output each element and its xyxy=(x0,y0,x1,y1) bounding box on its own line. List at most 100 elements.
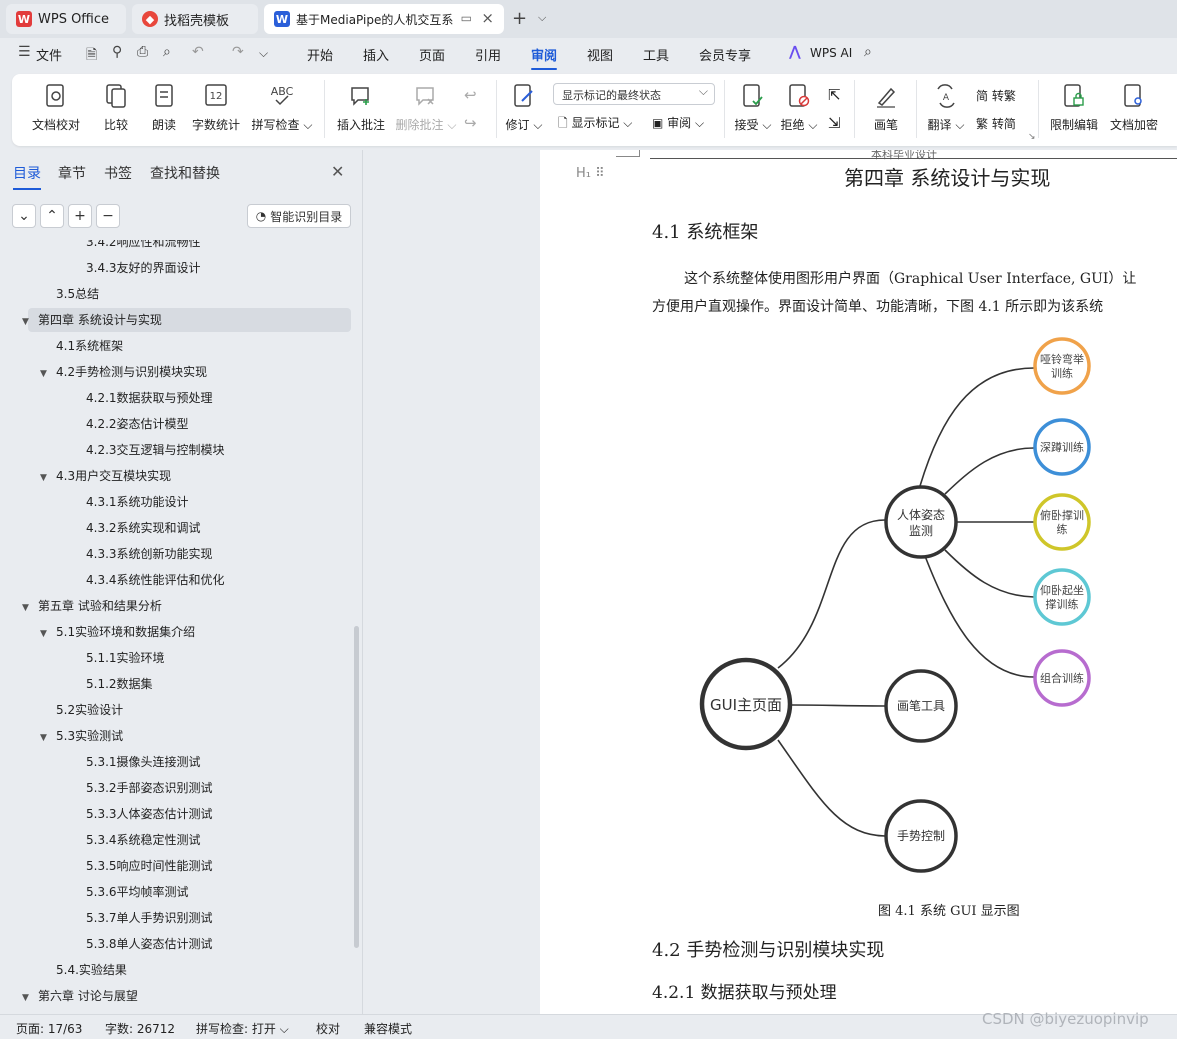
spell-check-status[interactable]: 拼写检查: 打开 ⌵ xyxy=(196,1020,289,1037)
undo-icon[interactable]: ↶ xyxy=(192,44,204,60)
toc-item[interactable]: 3.4.3友好的界面设计 xyxy=(86,256,201,280)
tab-template[interactable]: ◆ 找稻壳模板 xyxy=(132,4,258,34)
add-heading-button[interactable]: + xyxy=(68,204,92,228)
to-traditional-button[interactable]: 简 转繁 xyxy=(976,87,1016,104)
search-icon[interactable]: ⌕ xyxy=(864,44,872,60)
menu-insert[interactable]: 插入 xyxy=(363,45,389,64)
word-count-indicator[interactable]: 字数: 26712 xyxy=(105,1020,175,1037)
accept-button[interactable]: 接受 ⌵ xyxy=(732,80,774,133)
read-aloud-button[interactable]: 朗读 xyxy=(148,80,180,133)
menu-tools[interactable]: 工具 xyxy=(643,45,669,64)
expand-triangle-icon[interactable]: ▼ xyxy=(22,596,38,620)
doc-encrypt-button[interactable]: 文档加密 xyxy=(1108,80,1160,133)
remove-heading-button[interactable]: − xyxy=(96,204,120,228)
menu-page[interactable]: 页面 xyxy=(419,45,445,64)
prev-change-icon[interactable]: ⇱ xyxy=(828,86,841,104)
toc-item[interactable]: 5.3.1摄像头连接测试 xyxy=(86,750,201,774)
tab-document[interactable]: W 基于MediaPipe的人机交互系 ▭ × xyxy=(264,4,504,34)
toc-item[interactable]: 4.2.2姿态估计模型 xyxy=(86,412,189,436)
page-indicator[interactable]: 页面: 17/63 xyxy=(16,1020,82,1037)
menu-file[interactable]: 文件 xyxy=(36,45,62,64)
close-pane-icon[interactable]: ✕ xyxy=(331,162,344,181)
next-change-icon[interactable]: ⇲ xyxy=(828,114,841,132)
toc-item[interactable]: 5.1.2数据集 xyxy=(86,672,153,696)
toc-item[interactable]: 5.1.1实验环境 xyxy=(86,646,165,670)
new-tab-icon[interactable]: + xyxy=(512,8,527,29)
menu-review[interactable]: 审阅 xyxy=(531,45,558,70)
menu-home[interactable]: 开始 xyxy=(307,45,333,64)
show-markup-button[interactable]: 🗋 显示标记 ⌵ xyxy=(558,114,632,135)
toc-item[interactable]: 3.5总结 xyxy=(56,282,99,306)
tab-toc[interactable]: 目录 xyxy=(13,163,41,190)
expand-triangle-icon[interactable]: ▼ xyxy=(22,310,38,334)
word-count-button[interactable]: 12 字数统计 xyxy=(190,80,242,133)
prev-comment-icon[interactable]: ↩ xyxy=(464,86,477,104)
tab-bookmarks[interactable]: 书签 xyxy=(104,163,132,183)
toc-item[interactable]: 5.3.6平均帧率测试 xyxy=(86,880,189,904)
toc-item[interactable]: 5.4.实验结果 xyxy=(56,958,127,982)
screen-icon[interactable]: ▭ xyxy=(461,11,472,25)
markup-state-select[interactable]: 显示标记的最终状态 xyxy=(553,83,715,105)
toc-item[interactable]: 4.3.1系统功能设计 xyxy=(86,490,189,514)
toc-item[interactable]: 4.3.4系统性能评估和优化 xyxy=(86,568,225,592)
next-comment-icon[interactable]: ↪ xyxy=(464,114,477,132)
toc-item[interactable]: ▼ 4.3用户交互模块实现 xyxy=(40,464,171,488)
toc-item[interactable]: 4.2.1数据获取与预处理 xyxy=(86,386,213,410)
toc-item[interactable]: ▼ 第六章 讨论与展望 xyxy=(22,984,138,1008)
collapse-up-button[interactable]: ⌃ xyxy=(40,204,64,228)
print-icon[interactable]: ⎙ xyxy=(137,44,148,60)
expand-triangle-icon[interactable]: ▼ xyxy=(40,726,56,750)
dialog-launcher-icon[interactable]: ↘ xyxy=(1028,132,1036,142)
pen-button[interactable]: 画笔 xyxy=(868,80,904,133)
tab-chapters[interactable]: 章节 xyxy=(58,163,86,183)
toc-item[interactable]: 4.2.3交互逻辑与控制模块 xyxy=(86,438,225,462)
print-preview-icon[interactable]: ⌕ xyxy=(163,44,171,60)
expand-triangle-icon[interactable]: ▼ xyxy=(40,466,56,490)
reject-button[interactable]: 拒绝 ⌵ xyxy=(778,80,820,133)
smart-toc-button[interactable]: ◔ 智能识别目录 xyxy=(247,204,351,228)
heading-marker-icon[interactable]: H₁ ⠿ xyxy=(576,166,605,181)
to-simplified-button[interactable]: 繁 转简 xyxy=(976,115,1016,132)
menu-wps-ai[interactable]: WPS AI xyxy=(810,46,852,60)
toc-item[interactable]: 5.3.8单人姿态估计测试 xyxy=(86,932,213,956)
spell-check-button[interactable]: ABC 拼写检查 ⌵ xyxy=(250,80,314,133)
toc-item[interactable]: 4.3.3系统创新功能实现 xyxy=(86,542,213,566)
revise-button[interactable]: 修订 ⌵ xyxy=(504,80,544,133)
hamburger-icon[interactable]: ☰ xyxy=(18,44,31,60)
toc-item[interactable]: 5.3.4系统稳定性测试 xyxy=(86,828,201,852)
toc-item[interactable]: 5.3.5响应时间性能测试 xyxy=(86,854,213,878)
toc-item[interactable]: ▼ 5.3实验测试 xyxy=(40,724,123,748)
menu-member[interactable]: 会员专享 xyxy=(699,45,751,64)
tab-wps-office[interactable]: W WPS Office xyxy=(6,4,126,34)
tab-find-replace[interactable]: 查找和替换 xyxy=(150,163,220,183)
toc-item[interactable]: ▼ 4.2手势检测与识别模块实现 xyxy=(40,360,207,384)
chevron-down-icon[interactable]: ⌵ xyxy=(538,11,546,25)
toc-scrollbar[interactable] xyxy=(354,626,359,948)
expand-down-button[interactable]: ⌄ xyxy=(12,204,36,228)
toc-item[interactable]: 5.3.7单人手势识别测试 xyxy=(86,906,213,930)
toc-item[interactable]: 4.1系统框架 xyxy=(56,334,123,358)
toc-item[interactable]: 5.3.3人体姿态估计测试 xyxy=(86,802,213,826)
doc-check-button[interactable]: 文档校对 xyxy=(28,80,84,133)
toc-item[interactable]: 3.4.2响应性和流畅性 xyxy=(86,240,201,254)
proofread-status[interactable]: 校对 xyxy=(316,1020,340,1037)
close-tab-icon[interactable]: × xyxy=(481,9,494,27)
document-page[interactable]: 本科毕业设计 H₁ ⠿ 第四章 系统设计与实现 4.1 系统框架 这个系统整体使… xyxy=(540,150,1177,1014)
toc-item[interactable]: ▼ 第四章 系统设计与实现 xyxy=(22,308,162,332)
toc-item[interactable]: 5.2实验设计 xyxy=(56,698,123,722)
toc-item[interactable]: ▼ 第五章 试验和结果分析 xyxy=(22,594,162,618)
more-chevron-icon[interactable]: ⌵ xyxy=(259,46,268,61)
restrict-edit-button[interactable]: 限制编辑 xyxy=(1048,80,1100,133)
compare-button[interactable]: 比较 xyxy=(96,80,136,133)
toc-item[interactable]: ▼ 5.1实验环境和数据集介绍 xyxy=(40,620,195,644)
translate-button[interactable]: A 翻译 ⌵ xyxy=(924,80,968,133)
toc-item[interactable]: 4.3.2系统实现和调试 xyxy=(86,516,201,540)
delete-comment-button[interactable]: 删除批注 ⌵ xyxy=(394,80,458,133)
expand-triangle-icon[interactable]: ▼ xyxy=(40,622,56,646)
redo-icon[interactable]: ↷ xyxy=(232,44,244,60)
expand-triangle-icon[interactable]: ▼ xyxy=(40,362,56,386)
review-pane-button[interactable]: ▣ 审阅 ⌵ xyxy=(652,114,704,131)
save-icon[interactable]: 🗎 xyxy=(86,44,97,68)
toc-item[interactable]: 5.3.2手部姿态识别测试 xyxy=(86,776,213,800)
expand-triangle-icon[interactable]: ▼ xyxy=(22,986,38,1010)
